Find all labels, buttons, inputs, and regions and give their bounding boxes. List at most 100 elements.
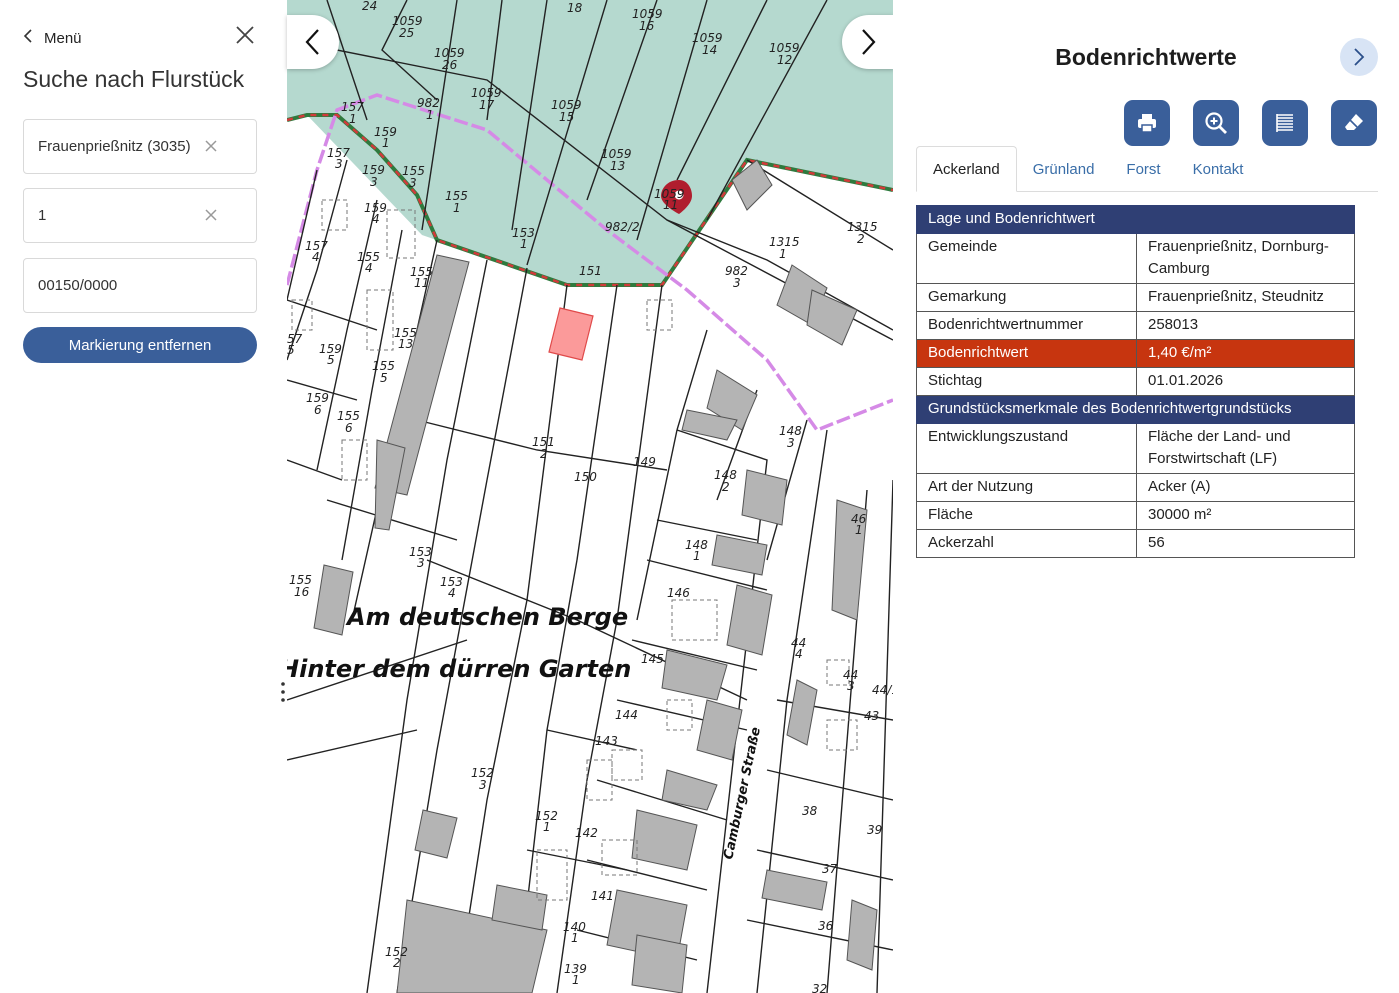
bodenrichtwert-table: Lage und Bodenrichtwert Gemeinde Frauenpr… bbox=[916, 205, 1355, 558]
parcel-label: 2 bbox=[722, 480, 730, 494]
flur-field[interactable]: 1 bbox=[23, 188, 257, 243]
planned-buildings bbox=[291, 199, 858, 901]
row-value: Fläche der Land- und Forstwirtschaft (LF… bbox=[1136, 423, 1355, 474]
parcel-label: 3 bbox=[847, 679, 855, 693]
parcel-label: 14 bbox=[702, 43, 717, 57]
row-value: 56 bbox=[1136, 529, 1355, 558]
flurstueck-field[interactable]: 00150/0000 bbox=[23, 258, 257, 313]
parcel-label: 13 bbox=[610, 159, 625, 173]
tab-forst[interactable]: Forst bbox=[1110, 146, 1176, 192]
close-icon[interactable] bbox=[232, 22, 258, 48]
chevron-left-icon bbox=[22, 28, 34, 48]
parcel-label: 1 bbox=[571, 931, 579, 945]
parcel-label: 3 bbox=[417, 556, 425, 570]
parcel-label: 150 bbox=[574, 470, 597, 484]
tab-kontakt[interactable]: Kontakt bbox=[1177, 146, 1260, 192]
parcel-label: 982/2 bbox=[605, 220, 640, 234]
parcel-label: 25 bbox=[399, 26, 414, 40]
zoom-in-icon bbox=[1205, 112, 1227, 134]
previous-button[interactable] bbox=[287, 15, 339, 69]
parcel-label: 142 bbox=[575, 826, 598, 840]
street-label: Hinter dem dürren Garten bbox=[287, 655, 631, 683]
row-key: Ackerzahl bbox=[916, 529, 1137, 558]
parcel-label: 3 bbox=[370, 175, 378, 189]
parcel-label: 3 bbox=[479, 778, 487, 792]
parcel-label: 2 bbox=[857, 232, 865, 246]
parcel-label: 1 bbox=[543, 820, 551, 834]
row-key: Gemeinde bbox=[916, 233, 1137, 284]
flur-value: 1 bbox=[38, 207, 47, 224]
tab-ackerland[interactable]: Ackerland bbox=[916, 146, 1017, 192]
menu-back-button[interactable]: Menü bbox=[22, 28, 82, 48]
resize-handle-left[interactable] bbox=[280, 680, 286, 704]
parcel-label: 4 bbox=[795, 647, 803, 661]
tab-gruenland[interactable]: Grünland bbox=[1017, 146, 1111, 192]
bodenrichtwert-zone bbox=[287, 0, 893, 285]
flurstueck-value: 00150/0000 bbox=[38, 277, 118, 294]
street-label: Am deutschen Berge bbox=[345, 603, 628, 631]
parcel-label: 3 bbox=[733, 276, 741, 290]
cadastral-map[interactable]: 24 105925 18 105916 105914 105912 105926… bbox=[287, 0, 893, 993]
zoom-to-button[interactable] bbox=[1193, 100, 1239, 146]
parcel-label: 43 bbox=[864, 709, 879, 723]
table-row: Stichtag 01.01.2026 bbox=[916, 367, 1355, 396]
parcel-label: 1 bbox=[693, 549, 701, 563]
row-key: Gemarkung bbox=[916, 283, 1137, 312]
chevron-left-icon bbox=[305, 29, 319, 55]
parcel-label: 3 bbox=[409, 176, 417, 190]
gemarkung-value: Frauenprießnitz (3035) bbox=[38, 138, 191, 155]
clear-icon[interactable] bbox=[202, 206, 220, 224]
section-title: Grundstücksmerkmale des Bodenrichtwertgr… bbox=[916, 395, 1355, 424]
table-row: Ackerzahl 56 bbox=[916, 529, 1355, 558]
legend-button[interactable] bbox=[1262, 100, 1308, 146]
selected-parcel[interactable] bbox=[548, 307, 594, 361]
parcel-label: 3 bbox=[787, 436, 795, 450]
row-value: Frauenprießnitz, Steudnitz bbox=[1136, 283, 1355, 312]
parcel-label: 24 bbox=[362, 0, 377, 13]
table-row: Entwicklungszustand Fläche der Land- und … bbox=[916, 423, 1355, 474]
table-section-header: Lage und Bodenrichtwert bbox=[916, 205, 1355, 234]
parcel-label: 1 bbox=[572, 973, 580, 987]
table-row: Bodenrichtwertnummer 258013 bbox=[916, 311, 1355, 340]
eraser-button[interactable] bbox=[1331, 100, 1377, 146]
parcel-label: 44/1 bbox=[872, 683, 893, 697]
print-button[interactable] bbox=[1124, 100, 1170, 146]
parcel-label: 6 bbox=[345, 421, 353, 435]
parcel-label: 4 bbox=[448, 586, 456, 600]
parcel-label: 32 bbox=[812, 982, 827, 993]
remove-marker-button[interactable]: Markierung entfernen bbox=[23, 327, 257, 363]
info-title: Bodenrichtwerte bbox=[1055, 44, 1237, 70]
parcel-label: 18 bbox=[567, 1, 583, 15]
table-section-header: Grundstücksmerkmale des Bodenrichtwertgr… bbox=[916, 395, 1355, 424]
table-row: Gemarkung Frauenprießnitz, Steudnitz bbox=[916, 283, 1355, 312]
parcel-label: 12 bbox=[777, 53, 792, 67]
row-key: Stichtag bbox=[916, 367, 1137, 396]
row-value: Frauenprießnitz, Dornburg-Camburg bbox=[1136, 233, 1355, 284]
parcel-label: 144 bbox=[615, 708, 638, 722]
parcel-label: 4 bbox=[372, 212, 380, 226]
search-panel: Menü Suche nach Flurstück Frauenprießnit… bbox=[0, 0, 287, 993]
next-button[interactable] bbox=[842, 15, 894, 69]
table-row: Fläche 30000 m² bbox=[916, 501, 1355, 530]
parcel-label: 143 bbox=[595, 734, 618, 748]
table-row-highlight: Bodenrichtwert 1,40 €/m² bbox=[916, 339, 1355, 368]
tab-bar: Ackerland Grünland Forst Kontakt bbox=[916, 146, 1378, 192]
gemarkung-field[interactable]: Frauenprießnitz (3035) bbox=[23, 119, 257, 174]
row-key: Art der Nutzung bbox=[916, 473, 1137, 502]
collapse-panel-button[interactable] bbox=[1340, 38, 1378, 76]
chevron-right-icon bbox=[1354, 48, 1365, 66]
chevron-right-icon bbox=[862, 29, 876, 55]
row-key: Bodenrichtwert bbox=[916, 339, 1137, 368]
parcel-label: 1 bbox=[349, 112, 357, 126]
parcel-label: 149 bbox=[633, 455, 656, 469]
parcel-label: 1 bbox=[453, 201, 461, 215]
parcel-label: 5 bbox=[327, 353, 335, 367]
parcel-label: 146 bbox=[667, 586, 690, 600]
parcel-label: 2 bbox=[540, 447, 548, 461]
clear-icon[interactable] bbox=[202, 137, 220, 155]
map-view[interactable]: 24 1059 25 18 1059 16 1059 14 1059 12 1059 26… bbox=[287, 0, 893, 993]
panel-title: Suche nach Flurstück bbox=[23, 66, 245, 92]
parcel-label: 5 bbox=[380, 371, 388, 385]
parcel-label: 11 bbox=[663, 198, 678, 212]
parcel-label: 1 bbox=[382, 136, 390, 150]
